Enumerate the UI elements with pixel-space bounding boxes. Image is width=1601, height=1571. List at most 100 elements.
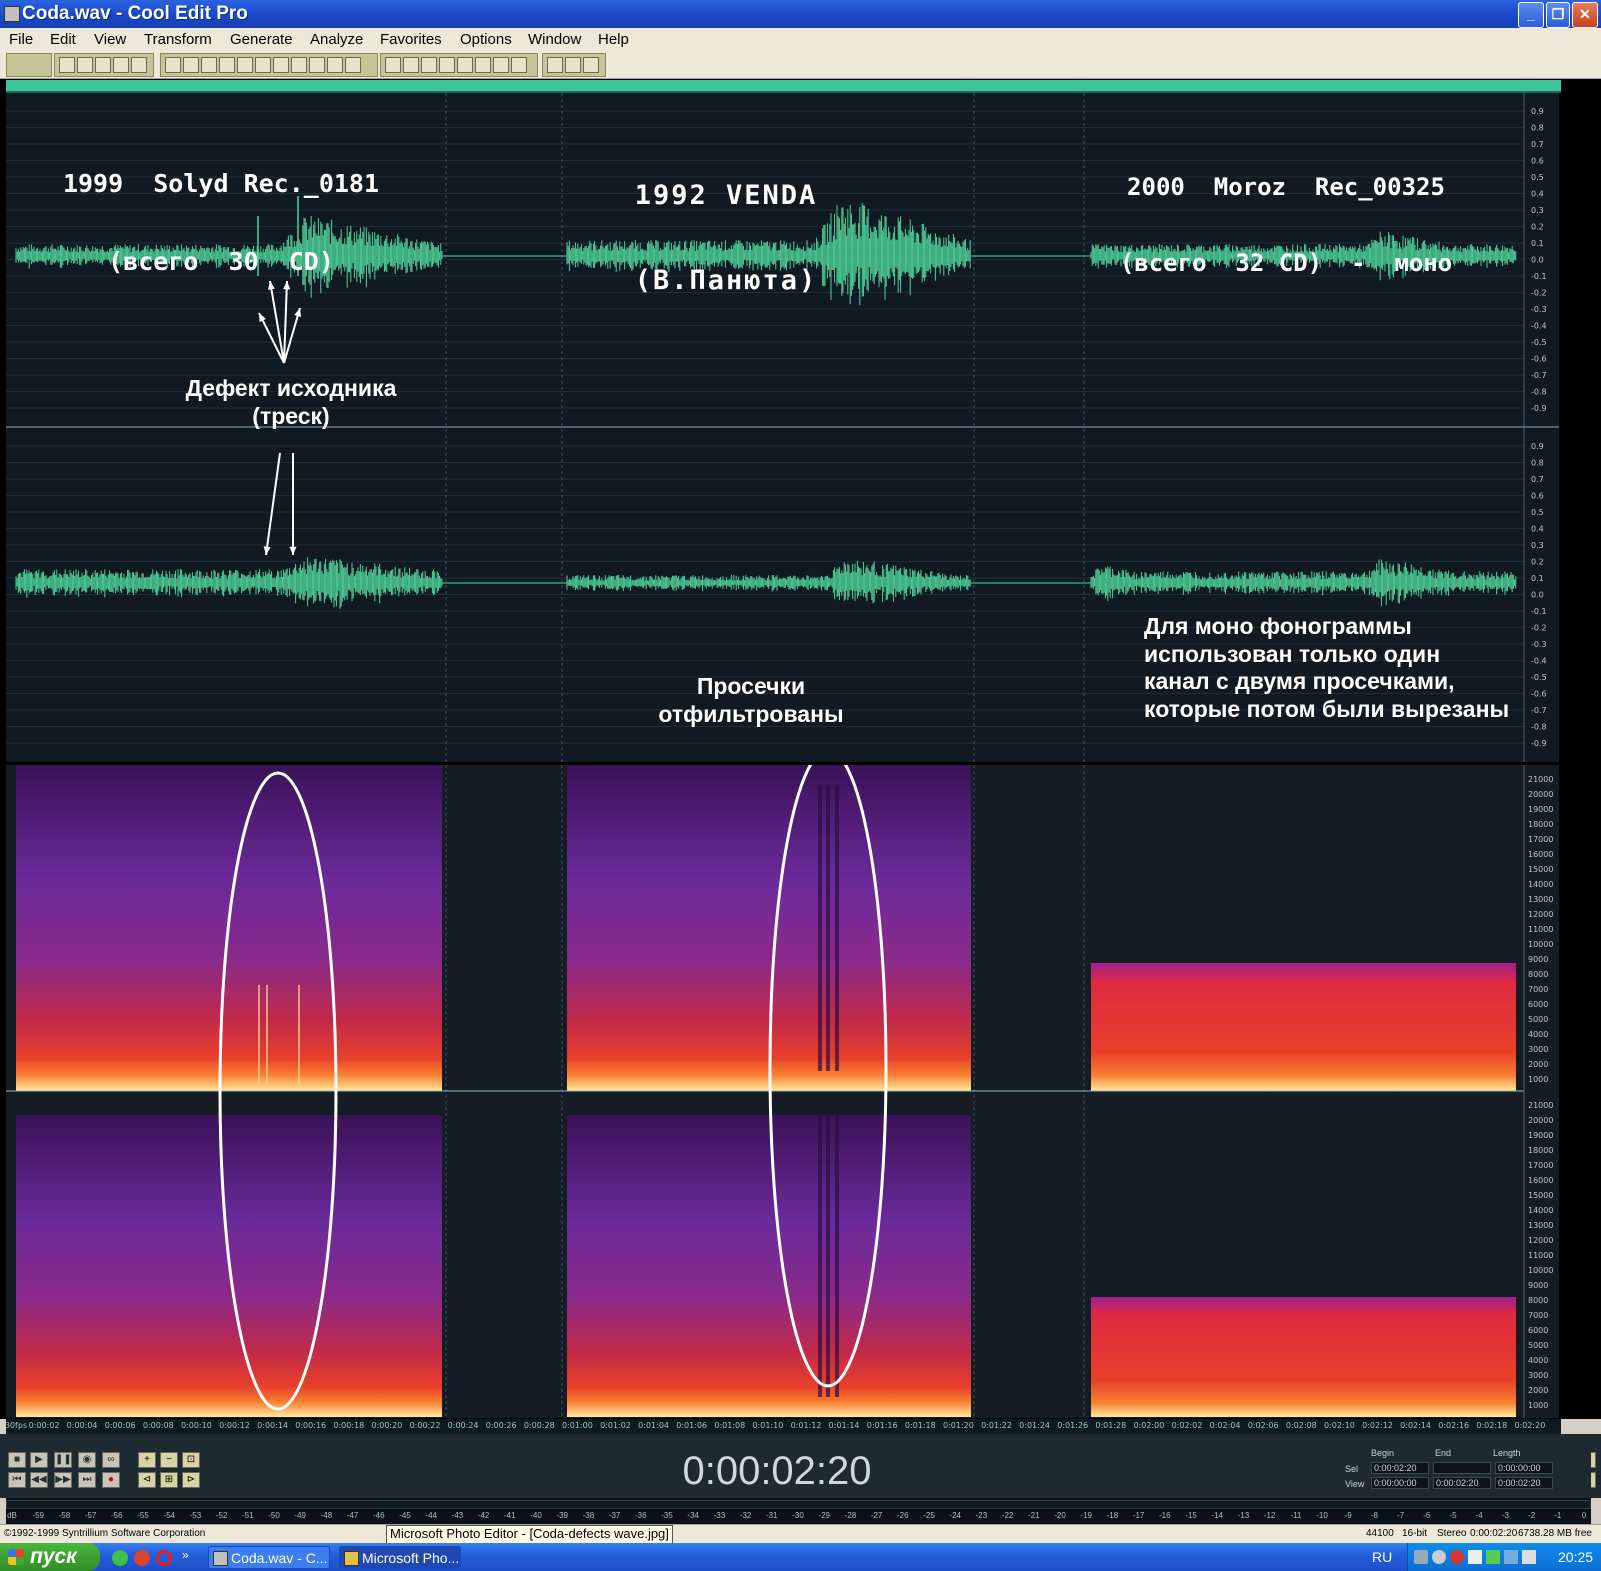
tray-icon-5[interactable] <box>1486 1550 1500 1564</box>
tray-icon-2[interactable] <box>1432 1550 1446 1564</box>
length-label: Length <box>1493 1448 1521 1458</box>
settings-icon[interactable] <box>511 57 527 73</box>
function-icon[interactable] <box>547 57 563 73</box>
undo-icon[interactable] <box>165 57 181 73</box>
start-button[interactable]: пуск <box>0 1543 100 1571</box>
filtered-streak <box>835 785 839 1071</box>
opera-icon[interactable] <box>156 1550 172 1566</box>
cut-icon[interactable] <box>201 57 217 73</box>
title-bar[interactable]: Coda.wav - Cool Edit Pro _ ❐ ✕ <box>0 0 1601 28</box>
redo-icon[interactable] <box>183 57 199 73</box>
close-file-icon[interactable] <box>131 57 147 73</box>
task-coda[interactable]: Coda.wav - C... <box>208 1546 330 1569</box>
trim-icon[interactable] <box>273 57 289 73</box>
menu-view[interactable]: View <box>94 31 126 48</box>
go-to-end-button[interactable]: ⏭ <box>78 1472 96 1488</box>
time-ruler[interactable]: 30fps 0:00:02 0:00:04 0:00:06 0:00:08 0:00:10… <box>5 1419 1561 1434</box>
cue-list-icon[interactable] <box>327 57 343 73</box>
tray-network-icon[interactable] <box>1414 1550 1428 1564</box>
stop-button[interactable]: ■ <box>8 1452 26 1468</box>
fast-forward-button[interactable]: ▶▶ <box>54 1472 72 1488</box>
menu-analyze[interactable]: Analyze <box>310 31 363 48</box>
view-end-field[interactable]: 0:00:02:20 <box>1433 1477 1491 1489</box>
multitrack-toggle-button[interactable] <box>6 53 52 77</box>
close-button[interactable]: ✕ <box>1572 2 1598 28</box>
restore-button[interactable]: ❐ <box>1546 2 1570 28</box>
zoom-selection-button[interactable]: ⊞ <box>160 1472 178 1488</box>
grid-alt-icon[interactable] <box>439 57 455 73</box>
zoom-in-horizontal-button[interactable]: + <box>138 1452 156 1468</box>
loop-button[interactable]: ∞ <box>102 1452 120 1468</box>
frequency-scale-label: 6000 <box>1528 1326 1548 1335</box>
cool-edit-task-icon <box>213 1551 228 1566</box>
tray-volume-icon[interactable] <box>1468 1550 1482 1564</box>
help-icon[interactable] <box>583 57 599 73</box>
db-scale-label: -41 <box>504 1511 516 1520</box>
stop-icon: ■ <box>13 1454 21 1465</box>
view-length-field[interactable]: 0:00:02:20 <box>1495 1477 1553 1489</box>
pause-button[interactable]: ❚❚ <box>54 1452 72 1468</box>
rewind-button[interactable]: ◀◀ <box>30 1472 48 1488</box>
zoom-out-horizontal-button[interactable]: − <box>160 1452 178 1468</box>
play-button[interactable]: ▶ <box>30 1452 48 1468</box>
grid-fine-icon[interactable] <box>457 57 473 73</box>
menu-favorites[interactable]: Favorites <box>380 31 442 48</box>
menu-file[interactable]: File <box>9 31 33 48</box>
frequency-scale-label: 2000 <box>1528 1386 1548 1395</box>
open-file-icon[interactable] <box>77 57 93 73</box>
sel-end-field[interactable] <box>1433 1462 1491 1474</box>
db-scale-label: -9 <box>1344 1511 1352 1520</box>
script-icon[interactable] <box>565 57 581 73</box>
zoom-right-button[interactable]: ⊳ <box>182 1472 200 1488</box>
chevron-icon[interactable]: » <box>182 1548 189 1562</box>
go-to-start-button[interactable]: ⏮ <box>8 1472 26 1488</box>
record-button[interactable]: ● <box>102 1472 120 1488</box>
info-icon[interactable] <box>475 57 491 73</box>
waveform-view-icon[interactable] <box>385 57 401 73</box>
tray-icon-7[interactable] <box>1522 1550 1536 1564</box>
menu-help[interactable]: Help <box>598 31 629 48</box>
menu-window[interactable]: Window <box>528 31 581 48</box>
save-all-icon[interactable] <box>113 57 129 73</box>
app-icon[interactable] <box>4 6 20 22</box>
status-time: 0:00:02:20 <box>1470 1528 1518 1539</box>
db-scale-label: -40 <box>530 1511 542 1520</box>
sel-begin-field[interactable]: 0:00:02:20 <box>1371 1462 1429 1474</box>
minimize-button[interactable]: _ <box>1518 2 1544 28</box>
task-photo-editor[interactable]: Microsoft Pho... <box>339 1546 461 1569</box>
mix-paste-icon[interactable] <box>255 57 271 73</box>
copy-new-icon[interactable] <box>309 57 325 73</box>
sel-length-field[interactable]: 0:00:00:00 <box>1495 1462 1553 1474</box>
waveform-display[interactable]: 0.9 0.8 0.7 0.6 0.5 0.4 0.3 0.2 0.1 0.0 -0.1 -0.2 -0… <box>6 93 1559 762</box>
view-begin-field[interactable]: 0:00:00:00 <box>1371 1477 1429 1489</box>
menu-edit[interactable]: Edit <box>50 31 76 48</box>
delete-icon[interactable] <box>291 57 307 73</box>
crackle-streak <box>266 985 268 1085</box>
amplitude-scale-label: 0.6 <box>1531 492 1544 501</box>
play-to-end-button[interactable]: ◉ <box>78 1452 96 1468</box>
menu-options[interactable]: Options <box>460 31 512 48</box>
menu-generate[interactable]: Generate <box>230 31 293 48</box>
spectral-display[interactable]: 21000 20000 19000 18000 17000 16000 15000 14000… <box>6 765 1559 1418</box>
copy-icon[interactable] <box>219 57 235 73</box>
new-file-icon[interactable] <box>59 57 75 73</box>
time-tick-label: 0:01:14 <box>828 1421 860 1430</box>
db-scale-label: -36 <box>635 1511 647 1520</box>
tray-antivirus-icon[interactable] <box>1450 1550 1464 1564</box>
overview-bar[interactable] <box>6 80 1561 93</box>
zoom-full-button[interactable]: ⊡ <box>182 1452 200 1468</box>
quick-launch-icon-1[interactable] <box>112 1550 128 1566</box>
grid-view-icon[interactable] <box>421 57 437 73</box>
save-icon[interactable] <box>95 57 111 73</box>
zoom-left-button[interactable]: ⊲ <box>138 1472 156 1488</box>
language-indicator[interactable]: RU <box>1372 1549 1392 1565</box>
paste-icon[interactable] <box>237 57 253 73</box>
spectral-view-icon[interactable] <box>403 57 419 73</box>
properties-icon[interactable] <box>493 57 509 73</box>
menu-transform[interactable]: Transform <box>144 31 212 48</box>
db-scale-label: -12 <box>1263 1511 1276 1520</box>
quick-launch-icon-2[interactable] <box>134 1550 150 1566</box>
play-list-icon[interactable] <box>345 57 361 73</box>
db-scale-label: -20 <box>1054 1511 1066 1520</box>
tray-icon-6[interactable] <box>1504 1550 1518 1564</box>
